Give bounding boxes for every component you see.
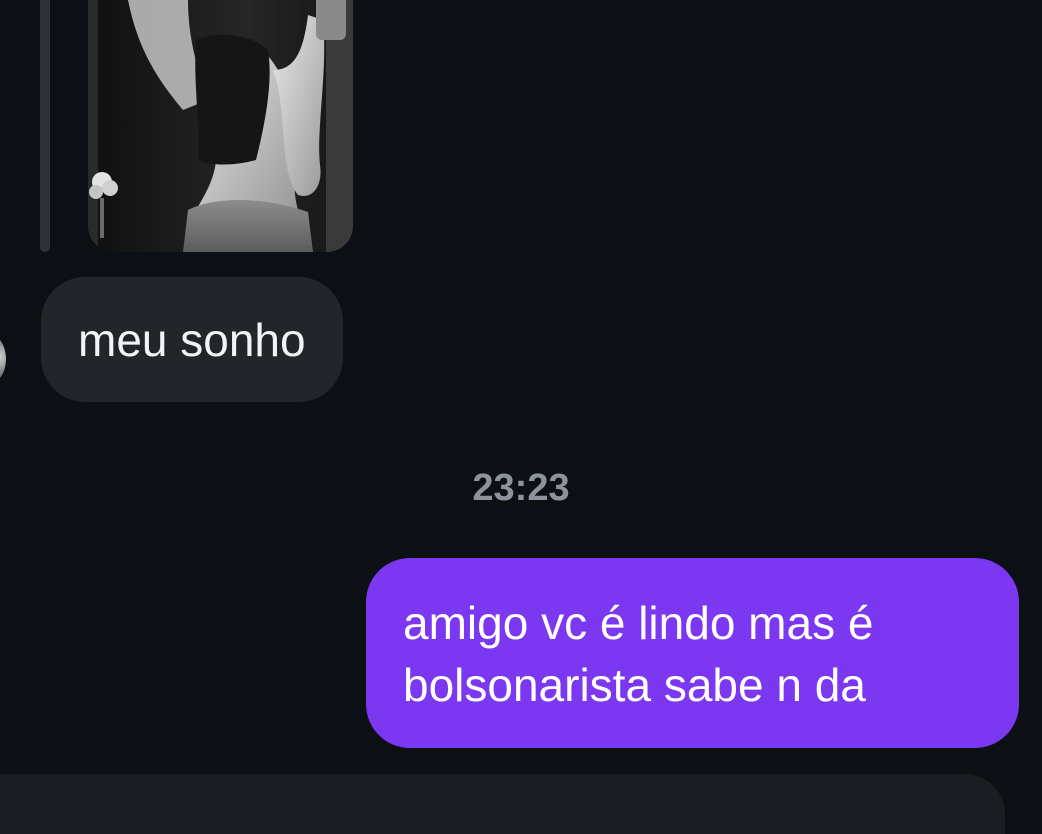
message-composer[interactable]: [0, 774, 1005, 834]
incoming-message-text: meu sonho: [78, 313, 306, 366]
outgoing-message-bubble[interactable]: amigo vc é lindo mas é bolsonarista sabe…: [366, 558, 1019, 748]
message-timestamp: 23:23: [472, 467, 570, 509]
incoming-message-bubble[interactable]: meu sonho: [41, 277, 343, 402]
reply-thread-bar: [40, 0, 50, 252]
sender-avatar[interactable]: [0, 336, 6, 382]
outgoing-message-line-2: bolsonarista sabe n da: [403, 659, 866, 711]
outgoing-message-line-1: amigo vc é lindo mas é: [403, 597, 874, 649]
photo-content: [88, 0, 353, 252]
shared-photo[interactable]: [88, 0, 353, 252]
